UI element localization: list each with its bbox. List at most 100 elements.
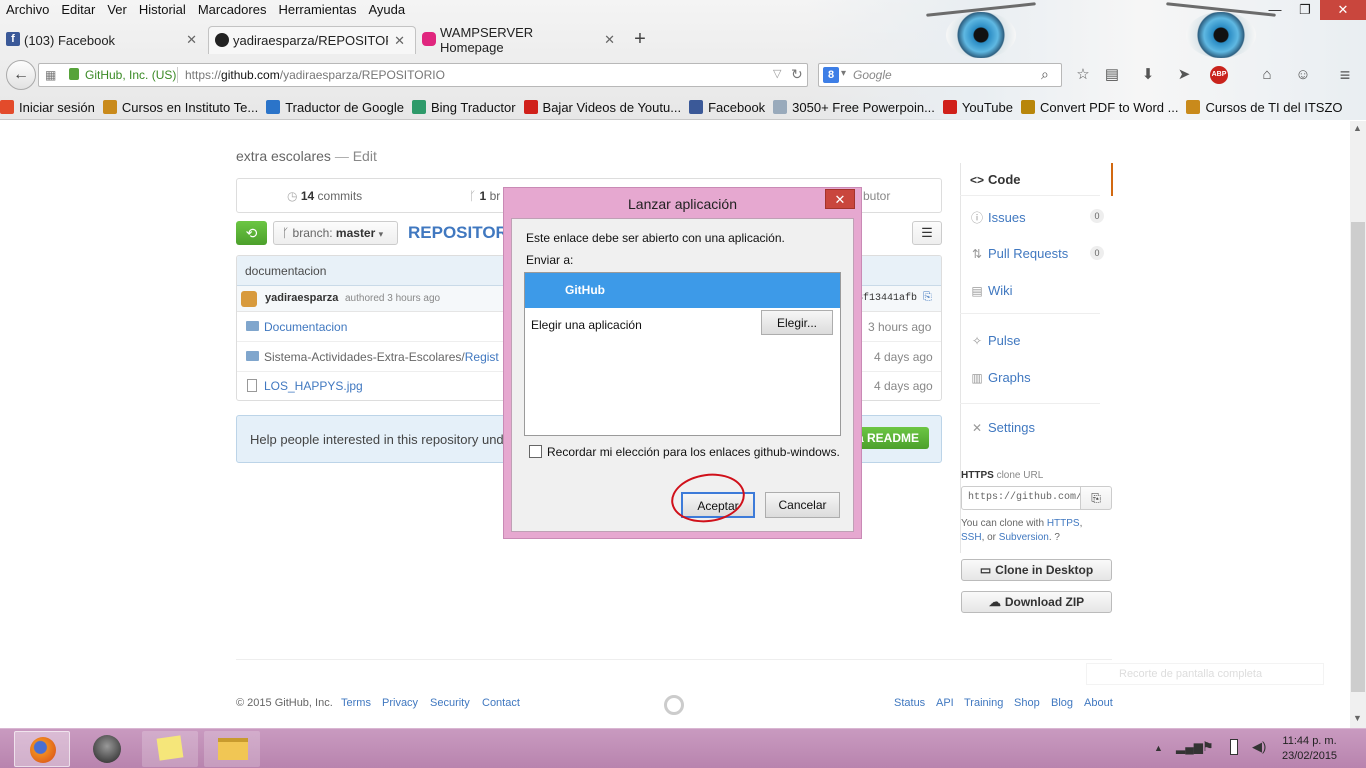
commit-message[interactable]: documentacion [245,264,326,278]
application-list[interactable]: GitHub Elegir una aplicación Elegir... [524,272,841,436]
list-view-button[interactable]: ☰ [912,221,942,245]
dialog-close-button[interactable]: ✕ [825,189,855,209]
tab-facebook[interactable]: f (103) Facebook ✕ [0,26,208,54]
sidebar-item-settings[interactable]: ✕ Settings [970,420,1035,435]
bookmark-iniciar-sesi-n[interactable]: Iniciar sesión [0,100,95,115]
send-icon[interactable]: ➤ [1175,66,1193,84]
google-engine-icon[interactable]: 8 [823,67,839,83]
scrollbar-thumb[interactable] [1351,222,1365,692]
file-path-link[interactable]: Regist [465,350,499,364]
footer-link-contact[interactable]: Contact [482,697,520,709]
application-option-github[interactable]: GitHub [525,273,840,308]
file-name[interactable]: Documentacion [264,320,347,334]
footer-link-about[interactable]: About [1084,697,1113,709]
commit-author[interactable]: yadiraesparza [265,292,338,304]
search-icon[interactable]: ⌕ [1041,66,1049,83]
volume-icon[interactable]: ◀) [1252,739,1266,755]
url-bar[interactable]: ▦ GitHub, Inc. (US) https://github.com/y… [38,63,808,87]
download-zip-button[interactable]: ☁ Download ZIP [961,591,1112,613]
bookmark-3050-free-powerpoin[interactable]: 3050+ Free Powerpoin... [773,100,935,115]
download-icon[interactable]: ⬇ [1139,66,1157,84]
menu-herramientas[interactable]: Herramientas [272,0,362,20]
menu-ver[interactable]: Ver [101,0,133,20]
system-clock[interactable]: 11:44 p. m. 23/02/2015 [1282,734,1337,764]
copy-clone-url-button[interactable]: ⎘ [1080,486,1112,510]
taskbar-sticky-notes[interactable] [142,731,198,767]
bookmark-cursos-de-ti-del-itszo[interactable]: Cursos de TI del ITSZO [1186,100,1343,115]
repo-breadcrumb[interactable]: REPOSITOR [408,223,508,243]
branch-selector[interactable]: ᚴ branch: master ▾ [273,221,398,245]
adblock-icon[interactable]: ABP [1210,66,1228,84]
network-icon[interactable]: ▂▄▆ [1176,740,1203,754]
tab-groups-icon[interactable]: ▦ [45,68,56,82]
bookmark-facebook[interactable]: Facebook [689,100,765,115]
bookmark-traductor-de-google[interactable]: Traductor de Google [266,100,404,115]
edit-description-link[interactable]: Edit [353,148,377,164]
taskbar-firefox[interactable] [14,731,70,767]
close-tab-icon[interactable]: ✕ [394,33,405,49]
clone-in-desktop-button[interactable]: ▭ Clone in Desktop [961,559,1112,581]
close-tab-icon[interactable]: ✕ [604,32,615,48]
sidebar-item-code[interactable]: <> Code [970,172,1021,187]
close-window-button[interactable]: ✕ [1320,0,1366,20]
sidebar-item-wiki[interactable]: ▤ Wiki [970,283,1012,298]
copy-sha-icon[interactable]: ⎘ [923,291,932,304]
clone-url-input[interactable]: https://github.com/ya [961,486,1081,510]
url-text[interactable]: https://github.com/yadiraesparza/REPOSIT… [185,68,445,82]
github-octocat-icon[interactable] [664,695,684,715]
back-button[interactable]: ← [6,60,36,90]
menu-marcadores[interactable]: Marcadores [192,0,273,20]
menu-historial[interactable]: Historial [133,0,192,20]
taskbar-file-explorer[interactable] [204,731,260,767]
footer-link-api[interactable]: API [936,697,954,709]
clone-svn-link[interactable]: Subversion [999,532,1049,543]
tab-github-repositorio[interactable]: yadiraesparza/REPOSITORIO ✕ [208,26,416,54]
search-bar[interactable]: 8 ▾ Google ⌕ [818,63,1062,87]
file-name[interactable]: LOS_HAPPYS.jpg [264,379,363,393]
taskbar-app[interactable] [80,731,136,767]
compare-button[interactable]: ⟲ [236,221,267,245]
tab-wampserver[interactable]: WAMPSERVER Homepage ✕ [416,25,626,55]
commit-sha[interactable]: 3f13441afb [857,293,917,304]
battery-icon[interactable] [1230,739,1238,755]
home-icon[interactable]: ⌂ [1258,66,1276,84]
minimize-button[interactable]: — [1260,0,1290,20]
commits-summary[interactable]: ◷ 14 commits [287,189,362,203]
tray-expand-icon[interactable]: ▲ [1154,743,1163,753]
choose-button[interactable]: Elegir... [761,310,833,335]
dropdown-arrow-icon[interactable]: ▽ [773,67,781,80]
footer-link-privacy[interactable]: Privacy [382,697,418,709]
remember-choice-checkbox[interactable] [529,445,542,458]
remember-choice-label[interactable]: Recordar mi elección para los enlaces gi… [547,445,840,459]
sidebar-item-graphs[interactable]: ▥ Graphs [970,370,1030,385]
footer-link-terms[interactable]: Terms [341,697,371,709]
footer-link-shop[interactable]: Shop [1014,697,1040,709]
bookmarks-list-icon[interactable]: ▤ [1103,66,1121,84]
bookmark-star-icon[interactable]: ☆ [1074,66,1092,84]
bookmark-youtube[interactable]: YouTube [942,100,1013,115]
hamburger-menu-icon[interactable]: ≡ [1336,66,1354,84]
branches-summary[interactable]: ᚴ 1 br [469,189,500,203]
smiley-icon[interactable]: ☺ [1294,66,1312,84]
menu-archivo[interactable]: Archivo [0,0,55,20]
sidebar-item-issues[interactable]: ⓘ Issues [970,209,1026,226]
engine-dropdown-icon[interactable]: ▾ [841,68,846,79]
footer-link-status[interactable]: Status [894,697,925,709]
scroll-down-icon[interactable]: ▼ [1353,713,1362,723]
clone-https-link[interactable]: HTTPS [1047,518,1080,529]
flag-icon[interactable]: ⚑ [1202,739,1214,755]
sidebar-item-pulse[interactable]: ✧ Pulse [970,333,1021,348]
site-identity[interactable]: GitHub, Inc. (US) [85,68,176,82]
bookmark-bing-traductor[interactable]: Bing Traductor [411,100,516,115]
avatar[interactable] [241,291,257,307]
reload-icon[interactable]: ↻ [791,66,803,83]
cancel-button[interactable]: Cancelar [765,492,840,518]
clone-ssh-link[interactable]: SSH [961,532,982,543]
choose-application-label[interactable]: Elegir una aplicación [531,318,642,332]
footer-link-training[interactable]: Training [964,697,1003,709]
help-icon[interactable]: ? [1054,532,1060,543]
bookmark-convert-pdf-to-word[interactable]: Convert PDF to Word ... [1021,100,1178,115]
contributors-summary[interactable]: butor [863,189,890,203]
sidebar-item-pull-requests[interactable]: ⇅ Pull Requests [970,246,1068,261]
footer-link-security[interactable]: Security [430,697,470,709]
